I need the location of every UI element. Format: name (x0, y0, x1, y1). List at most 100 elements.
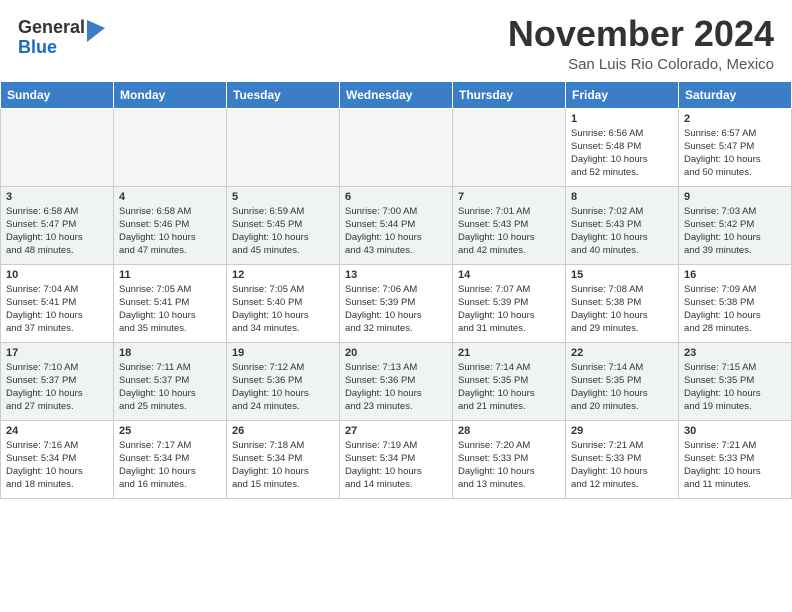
calendar-cell: 18 Sunrise: 7:11 AM Sunset: 5:37 PM Dayli… (114, 342, 227, 420)
calendar-cell (340, 108, 453, 186)
day-info: Sunrise: 7:11 AM Sunset: 5:37 PM Dayligh… (119, 361, 221, 414)
calendar-cell: 29 Sunrise: 7:21 AM Sunset: 5:33 PM Dayli… (566, 420, 679, 498)
day-number: 3 (6, 191, 108, 203)
day-number: 16 (684, 269, 786, 281)
day-info: Sunrise: 6:56 AM Sunset: 5:48 PM Dayligh… (571, 127, 673, 180)
calendar-cell: 8Sunrise: 7:02 AM Sunset: 5:43 PM Daylig… (566, 186, 679, 264)
logo-icon (87, 20, 105, 42)
day-info: Sunrise: 7:00 AM Sunset: 5:44 PM Dayligh… (345, 205, 447, 258)
calendar-cell: 5 Sunrise: 6:59 AM Sunset: 5:45 PM Daylig… (227, 186, 340, 264)
day-info: Sunrise: 6:58 AM Sunset: 5:46 PM Dayligh… (119, 205, 221, 258)
calendar-cell: 1 Sunrise: 6:56 AM Sunset: 5:48 PM Daylig… (566, 108, 679, 186)
calendar-cell (114, 108, 227, 186)
day-info: Sunrise: 7:04 AM Sunset: 5:41 PM Dayligh… (6, 283, 108, 336)
page: General Blue November 2024 San Luis Rio … (0, 0, 792, 499)
day-number: 2 (684, 113, 786, 125)
calendar-cell: 3 Sunrise: 6:58 AM Sunset: 5:47 PM Daylig… (1, 186, 114, 264)
day-number: 29 (571, 425, 673, 437)
day-number: 23 (684, 347, 786, 359)
calendar-cell: 22 Sunrise: 7:14 AM Sunset: 5:35 PM Dayli… (566, 342, 679, 420)
day-number: 19 (232, 347, 334, 359)
location: San Luis Rio Colorado, Mexico (508, 56, 774, 73)
day-number: 12 (232, 269, 334, 281)
day-info: Sunrise: 7:19 AM Sunset: 5:34 PM Dayligh… (345, 439, 447, 492)
day-info: Sunrise: 7:21 AM Sunset: 5:33 PM Dayligh… (684, 439, 786, 492)
calendar-cell: 28Sunrise: 7:20 AM Sunset: 5:33 PM Dayli… (453, 420, 566, 498)
day-info: Sunrise: 7:03 AM Sunset: 5:42 PM Dayligh… (684, 205, 786, 258)
day-info: Sunrise: 7:16 AM Sunset: 5:34 PM Dayligh… (6, 439, 108, 492)
weekday-header-monday: Monday (114, 81, 227, 108)
calendar-table: SundayMondayTuesdayWednesdayThursdayFrid… (0, 81, 792, 499)
calendar-cell: 2 Sunrise: 6:57 AM Sunset: 5:47 PM Daylig… (679, 108, 792, 186)
calendar-cell: 10Sunrise: 7:04 AM Sunset: 5:41 PM Dayli… (1, 264, 114, 342)
month-title: November 2024 (508, 14, 774, 54)
weekday-header-tuesday: Tuesday (227, 81, 340, 108)
day-info: Sunrise: 7:14 AM Sunset: 5:35 PM Dayligh… (571, 361, 673, 414)
day-number: 8 (571, 191, 673, 203)
title-section: November 2024 San Luis Rio Colorado, Mex… (508, 14, 774, 73)
day-number: 9 (684, 191, 786, 203)
day-number: 7 (458, 191, 560, 203)
day-info: Sunrise: 6:57 AM Sunset: 5:47 PM Dayligh… (684, 127, 786, 180)
day-info: Sunrise: 7:13 AM Sunset: 5:36 PM Dayligh… (345, 361, 447, 414)
weekday-header-wednesday: Wednesday (340, 81, 453, 108)
day-info: Sunrise: 7:14 AM Sunset: 5:35 PM Dayligh… (458, 361, 560, 414)
calendar-cell: 12 Sunrise: 7:05 AM Sunset: 5:40 PM Dayli… (227, 264, 340, 342)
calendar-cell: 23 Sunrise: 7:15 AM Sunset: 5:35 PM Dayli… (679, 342, 792, 420)
day-info: Sunrise: 7:09 AM Sunset: 5:38 PM Dayligh… (684, 283, 786, 336)
calendar-week-row-0: 1 Sunrise: 6:56 AM Sunset: 5:48 PM Daylig… (1, 108, 792, 186)
calendar-cell: 14Sunrise: 7:07 AM Sunset: 5:39 PM Dayli… (453, 264, 566, 342)
day-number: 25 (119, 425, 221, 437)
day-number: 1 (571, 113, 673, 125)
day-number: 22 (571, 347, 673, 359)
calendar-cell: 17Sunrise: 7:10 AM Sunset: 5:37 PM Dayli… (1, 342, 114, 420)
calendar-week-row-2: 10Sunrise: 7:04 AM Sunset: 5:41 PM Dayli… (1, 264, 792, 342)
weekday-header-thursday: Thursday (453, 81, 566, 108)
calendar-cell: 19 Sunrise: 7:12 AM Sunset: 5:36 PM Dayli… (227, 342, 340, 420)
calendar-cell: 9 Sunrise: 7:03 AM Sunset: 5:42 PM Daylig… (679, 186, 792, 264)
header: General Blue November 2024 San Luis Rio … (0, 0, 792, 81)
day-info: Sunrise: 7:01 AM Sunset: 5:43 PM Dayligh… (458, 205, 560, 258)
calendar-cell: 7 Sunrise: 7:01 AM Sunset: 5:43 PM Daylig… (453, 186, 566, 264)
day-info: Sunrise: 7:07 AM Sunset: 5:39 PM Dayligh… (458, 283, 560, 336)
day-info: Sunrise: 7:21 AM Sunset: 5:33 PM Dayligh… (571, 439, 673, 492)
day-info: Sunrise: 6:59 AM Sunset: 5:45 PM Dayligh… (232, 205, 334, 258)
calendar-cell (227, 108, 340, 186)
calendar-cell: 15 Sunrise: 7:08 AM Sunset: 5:38 PM Dayli… (566, 264, 679, 342)
day-info: Sunrise: 7:17 AM Sunset: 5:34 PM Dayligh… (119, 439, 221, 492)
calendar-cell: 24 Sunrise: 7:16 AM Sunset: 5:34 PM Dayli… (1, 420, 114, 498)
day-info: Sunrise: 7:08 AM Sunset: 5:38 PM Dayligh… (571, 283, 673, 336)
calendar-week-row-1: 3 Sunrise: 6:58 AM Sunset: 5:47 PM Daylig… (1, 186, 792, 264)
day-info: Sunrise: 7:20 AM Sunset: 5:33 PM Dayligh… (458, 439, 560, 492)
day-number: 5 (232, 191, 334, 203)
day-info: Sunrise: 7:10 AM Sunset: 5:37 PM Dayligh… (6, 361, 108, 414)
day-number: 18 (119, 347, 221, 359)
day-info: Sunrise: 7:15 AM Sunset: 5:35 PM Dayligh… (684, 361, 786, 414)
day-number: 21 (458, 347, 560, 359)
calendar-cell: 21 Sunrise: 7:14 AM Sunset: 5:35 PM Dayli… (453, 342, 566, 420)
logo-general-text: General (18, 18, 85, 38)
day-info: Sunrise: 7:06 AM Sunset: 5:39 PM Dayligh… (345, 283, 447, 336)
calendar-cell: 30Sunrise: 7:21 AM Sunset: 5:33 PM Dayli… (679, 420, 792, 498)
logo: General Blue (18, 18, 105, 58)
day-number: 6 (345, 191, 447, 203)
day-number: 27 (345, 425, 447, 437)
calendar-cell: 25 Sunrise: 7:17 AM Sunset: 5:34 PM Dayli… (114, 420, 227, 498)
calendar-cell: 11Sunrise: 7:05 AM Sunset: 5:41 PM Dayli… (114, 264, 227, 342)
calendar-cell (1, 108, 114, 186)
calendar-cell: 16 Sunrise: 7:09 AM Sunset: 5:38 PM Dayli… (679, 264, 792, 342)
calendar-cell: 27 Sunrise: 7:19 AM Sunset: 5:34 PM Dayli… (340, 420, 453, 498)
weekday-header-friday: Friday (566, 81, 679, 108)
day-info: Sunrise: 7:12 AM Sunset: 5:36 PM Dayligh… (232, 361, 334, 414)
day-number: 24 (6, 425, 108, 437)
weekday-header-sunday: Sunday (1, 81, 114, 108)
calendar-week-row-3: 17Sunrise: 7:10 AM Sunset: 5:37 PM Dayli… (1, 342, 792, 420)
day-number: 13 (345, 269, 447, 281)
calendar-cell: 13 Sunrise: 7:06 AM Sunset: 5:39 PM Dayli… (340, 264, 453, 342)
day-number: 11 (119, 269, 221, 281)
day-info: Sunrise: 6:58 AM Sunset: 5:47 PM Dayligh… (6, 205, 108, 258)
day-number: 26 (232, 425, 334, 437)
day-number: 15 (571, 269, 673, 281)
weekday-header-saturday: Saturday (679, 81, 792, 108)
day-info: Sunrise: 7:05 AM Sunset: 5:40 PM Dayligh… (232, 283, 334, 336)
